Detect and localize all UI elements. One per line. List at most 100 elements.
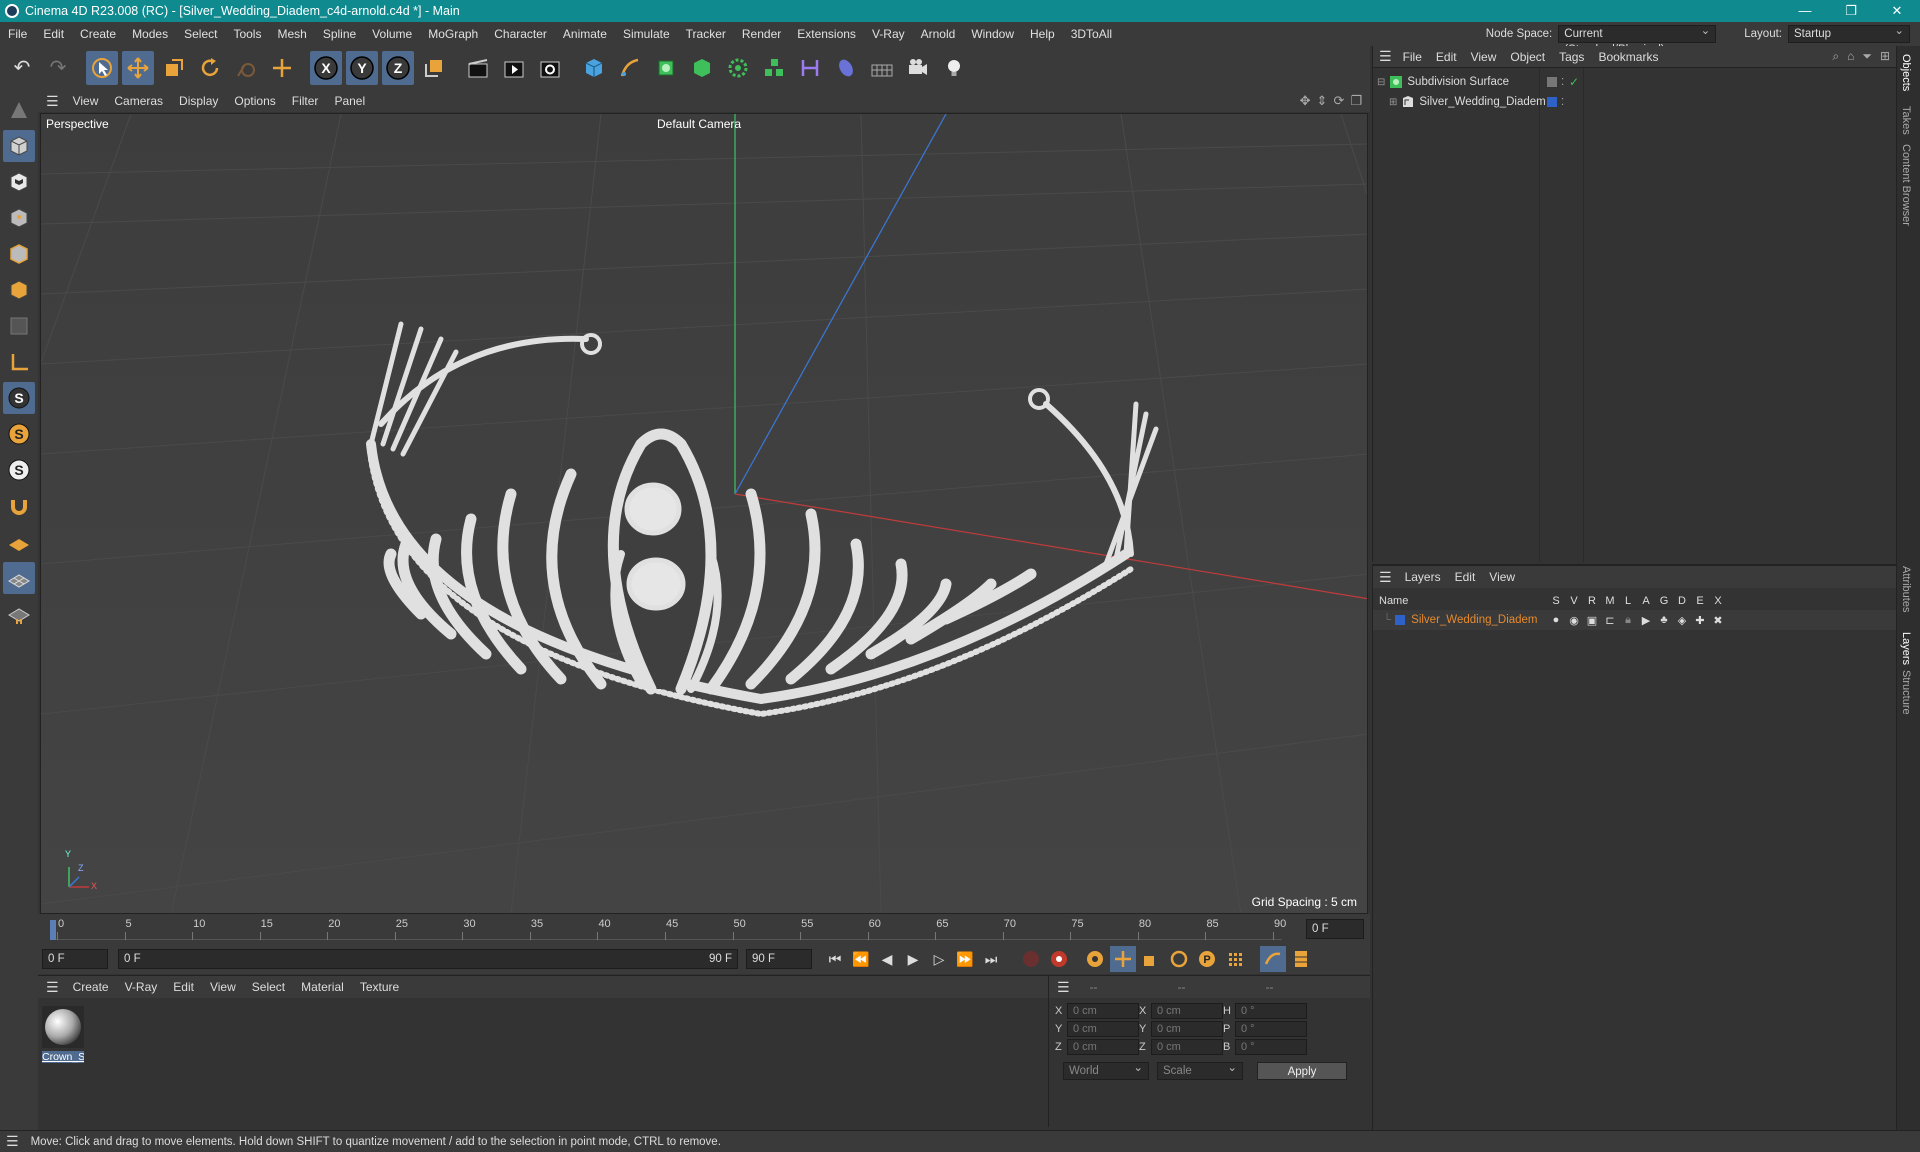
play-button[interactable]: ▶ (900, 946, 926, 972)
polygon-mode-button[interactable] (3, 274, 35, 306)
menu-vray[interactable]: V-Ray (864, 22, 913, 46)
tree-collapse-icon[interactable]: ⊟ (1377, 77, 1385, 88)
magnet-button[interactable] (3, 490, 35, 522)
extrude-generator-button[interactable] (686, 51, 718, 85)
key-parameter-button[interactable]: P (1194, 946, 1220, 972)
menu-mograph[interactable]: MoGraph (420, 22, 486, 46)
layer-menu-layers[interactable]: Layers (1398, 570, 1448, 584)
render-icon[interactable]: ▣ (1583, 614, 1601, 627)
object-layer-tag[interactable] (1547, 77, 1557, 87)
vp-menu-view[interactable]: View (65, 94, 107, 108)
tab-layers[interactable]: Layers (1900, 632, 1912, 665)
search-icon[interactable]: ⌕ (1832, 49, 1839, 64)
enabled-check-icon[interactable]: ✓ (1569, 75, 1579, 89)
coord-value-field[interactable]: 0 cm (1151, 1021, 1223, 1037)
recent-tools-button[interactable] (230, 51, 262, 85)
menu-tools[interactable]: Tools (225, 22, 269, 46)
layer-color-swatch[interactable] (1395, 615, 1406, 625)
playhead[interactable] (50, 920, 56, 940)
cube-primitive-button[interactable] (578, 51, 610, 85)
next-key-button[interactable]: ⏩ (952, 946, 978, 972)
timeline-motion-button[interactable] (1260, 946, 1286, 972)
rotate-view-icon[interactable]: ⟳ (1333, 93, 1344, 109)
field-button[interactable] (830, 51, 862, 85)
apply-button[interactable]: Apply (1257, 1062, 1347, 1080)
layout-dropdown[interactable]: Startup (1788, 23, 1910, 43)
menu-arnold[interactable]: Arnold (913, 22, 964, 46)
menu-create[interactable]: Create (72, 22, 124, 46)
render-picture-viewer-button[interactable] (498, 51, 530, 85)
menu-simulate[interactable]: Simulate (615, 22, 678, 46)
material-hamburger-icon[interactable]: ☰ (46, 979, 59, 996)
expand-panel-icon[interactable]: ⊞ (1880, 49, 1890, 64)
tab-structure[interactable]: Structure (1900, 670, 1912, 715)
home-icon[interactable]: ⌂ (1847, 49, 1854, 64)
axis-mode-button[interactable] (3, 346, 35, 378)
end-frame-field[interactable]: 90 F (746, 949, 812, 969)
redo-button[interactable]: ↷ (42, 51, 74, 85)
material-name[interactable]: Crown_S (42, 1051, 84, 1063)
layer-flag-header[interactable]: S (1547, 595, 1565, 607)
vp-menu-panel[interactable]: Panel (326, 94, 373, 108)
layer-row[interactable]: └ Silver_Wedding_Diadem ● ◉ ▣ ⊏ 🔒︎ ▶ ♣ ◈… (1373, 610, 1896, 630)
layer-flag-header[interactable]: A (1637, 595, 1655, 607)
key-rotation-button[interactable] (1166, 946, 1192, 972)
tree-expand-icon[interactable]: ⊞ (1389, 97, 1397, 108)
coordinate-system-button[interactable] (418, 51, 450, 85)
object-name-subdivision[interactable]: Subdivision Surface (1407, 76, 1509, 88)
coord-value-field[interactable]: 0 cm (1067, 1021, 1139, 1037)
coord-mode-dropdown[interactable]: Scale (1157, 1060, 1243, 1080)
frame-range-slider[interactable]: 0 F 90 F (118, 949, 738, 969)
spline-pen-button[interactable] (614, 51, 646, 85)
timeline-layout-button[interactable] (1288, 946, 1314, 972)
start-frame-field[interactable]: 0 F (42, 949, 108, 969)
tab-attributes[interactable]: Attributes (1900, 566, 1912, 612)
axis-x-lock-button[interactable]: X (310, 51, 342, 85)
undo-button[interactable]: ↶ (6, 51, 38, 85)
light-button[interactable] (938, 51, 970, 85)
subdivision-surface-button[interactable] (650, 51, 682, 85)
menu-render[interactable]: Render (734, 22, 789, 46)
layer-hamburger-icon[interactable]: ☰ (1379, 569, 1392, 586)
timeline-ruler[interactable]: 0 5 10 15 20 25 30 35 40 45 50 55 60 65 70 75 80 85 90 0 F (38, 914, 1370, 944)
axis-y-lock-button[interactable]: Y (346, 51, 378, 85)
status-hamburger-icon[interactable]: ☰ (6, 1133, 19, 1150)
view-eye-icon[interactable]: ◉ (1565, 614, 1583, 627)
prev-key-button[interactable]: ⏪ (848, 946, 874, 972)
pan-view-icon[interactable]: ✥ (1300, 93, 1311, 109)
mat-menu-create[interactable]: Create (65, 980, 117, 994)
layer-flag-header[interactable]: X (1709, 595, 1727, 607)
menu-select[interactable]: Select (176, 22, 225, 46)
layer-flag-header[interactable]: R (1583, 595, 1601, 607)
viewport-camera-label[interactable]: Default Camera (657, 117, 741, 131)
mat-menu-view[interactable]: View (202, 980, 244, 994)
make-editable-button[interactable] (3, 94, 35, 126)
deformer-flag-icon[interactable]: ◈ (1673, 614, 1691, 627)
menu-extensions[interactable]: Extensions (789, 22, 864, 46)
keyframe-selection-button[interactable] (1082, 946, 1108, 972)
camera-button[interactable] (902, 51, 934, 85)
axis-z-lock-button[interactable]: Z (382, 51, 414, 85)
deformer-button[interactable] (794, 51, 826, 85)
tab-objects[interactable]: Objects (1900, 54, 1912, 91)
animation-icon[interactable]: ▶ (1637, 614, 1655, 627)
menu-3dtoall[interactable]: 3DToAll (1063, 22, 1120, 46)
point-mode-button[interactable] (3, 202, 35, 234)
xref-icon[interactable]: ✖ (1709, 614, 1727, 627)
mat-menu-material[interactable]: Material (293, 980, 352, 994)
layer-flag-header[interactable]: G (1655, 595, 1673, 607)
workplane-grid-button[interactable] (3, 562, 35, 594)
perspective-viewport[interactable]: Perspective Default Camera Grid Spacing … (40, 113, 1368, 914)
snap-button[interactable]: S (3, 382, 35, 414)
obj-menu-edit[interactable]: Edit (1429, 50, 1464, 64)
layer-menu-edit[interactable]: Edit (1448, 570, 1483, 584)
obj-menu-object[interactable]: Object (1503, 50, 1552, 64)
vp-menu-filter[interactable]: Filter (284, 94, 327, 108)
obj-menu-view[interactable]: View (1464, 50, 1504, 64)
coord-space-dropdown[interactable]: World (1063, 1060, 1149, 1080)
locked-workplane-button[interactable] (3, 598, 35, 630)
visibility-dots-icon[interactable]: ⁚ (1561, 97, 1564, 108)
menu-volume[interactable]: Volume (364, 22, 420, 46)
key-pla-button[interactable] (1222, 946, 1248, 972)
workplane-button[interactable] (3, 526, 35, 558)
